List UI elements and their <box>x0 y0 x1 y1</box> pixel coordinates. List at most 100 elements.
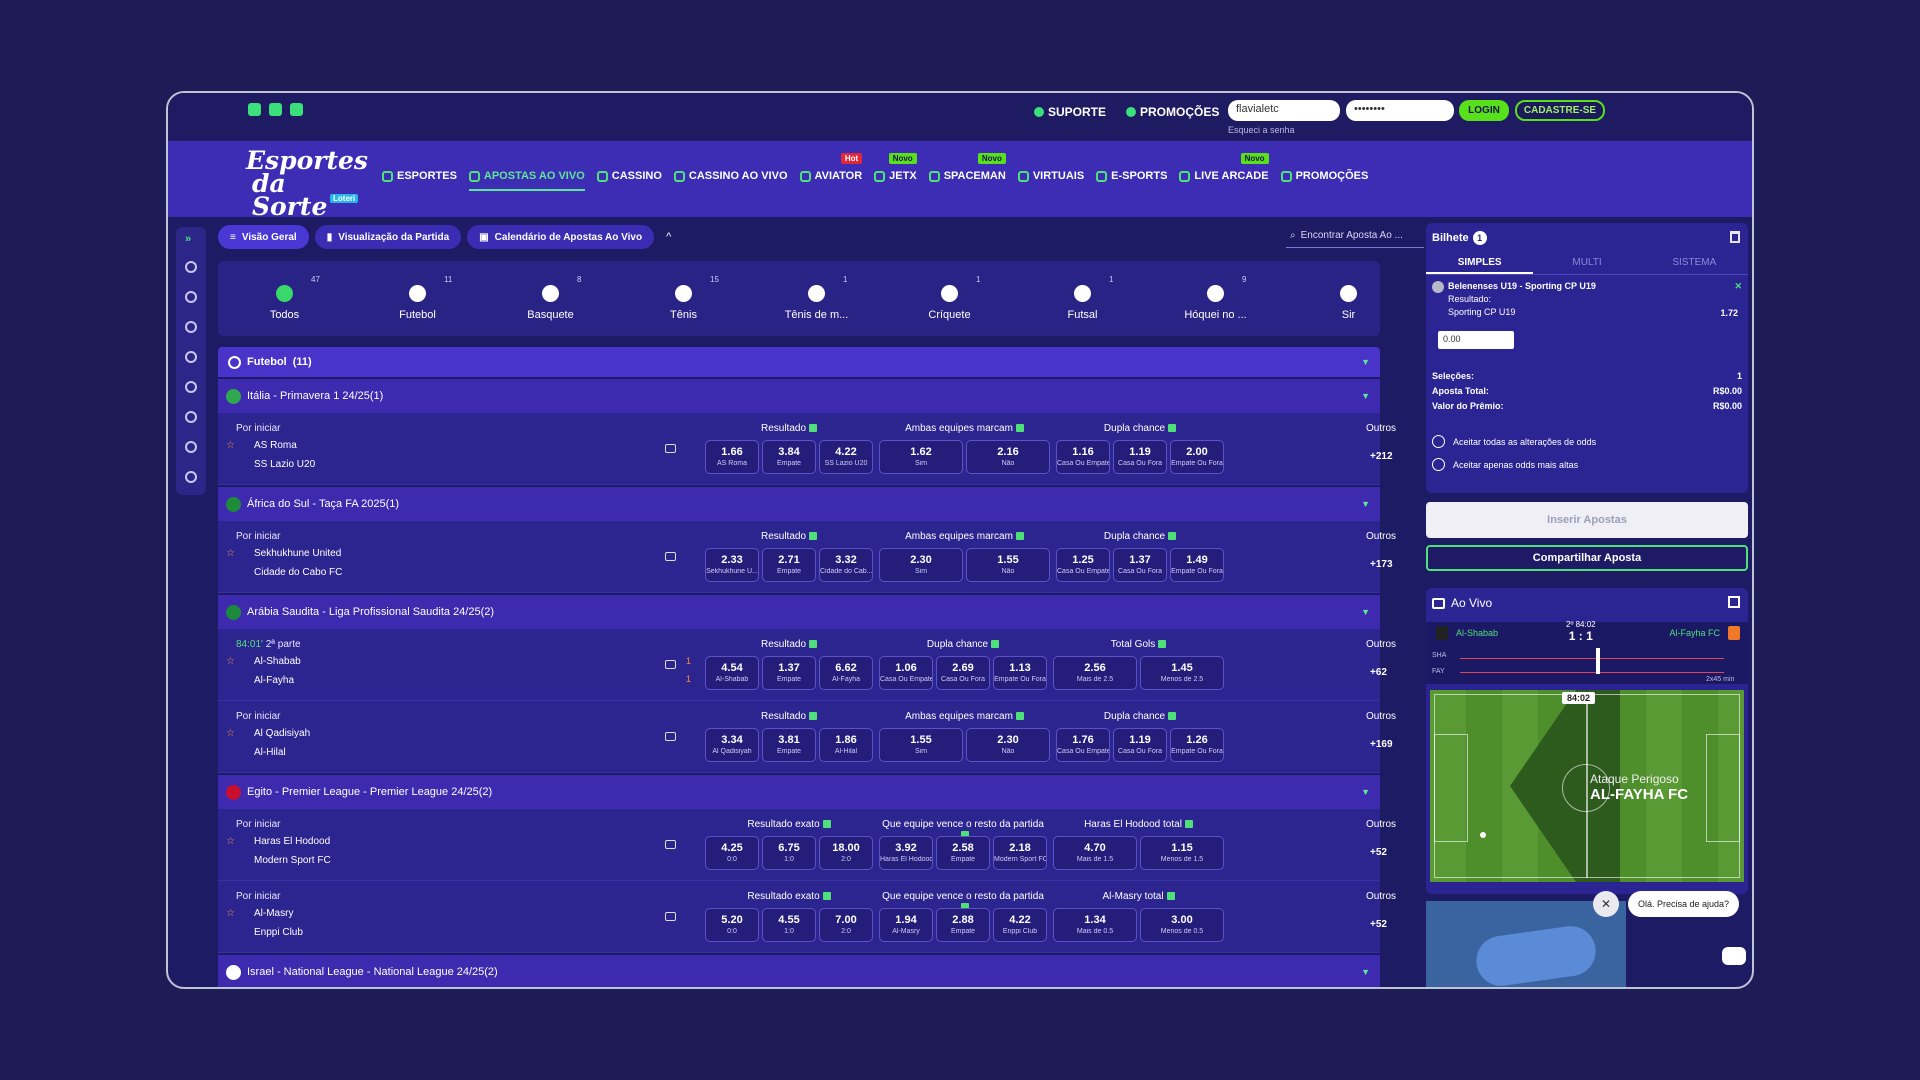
tv-icon[interactable] <box>665 552 676 561</box>
star-icon[interactable]: ☆ <box>226 908 235 919</box>
more-markets-link[interactable]: +62 <box>1370 667 1387 678</box>
odds-button[interactable]: 1.26 Empate Ou Fora <box>1170 728 1224 762</box>
nav-item-0[interactable]: ESPORTES <box>382 170 457 182</box>
chevron-down-icon[interactable]: ▼ <box>1361 357 1370 367</box>
chat-bubble[interactable]: Olá. Precisa de ajuda? <box>1628 891 1740 917</box>
chevron-up-icon[interactable]: ^ <box>666 231 671 243</box>
signup-button[interactable]: CADASTRE-SE <box>1515 100 1605 121</box>
odds-button[interactable]: 1.06 Casa Ou Empate <box>879 656 933 690</box>
odds-button[interactable]: 4.70 Mais de 1.5 <box>1053 836 1137 870</box>
odds-button[interactable]: 3.84 Empate <box>762 440 816 474</box>
forgot-password-link[interactable]: Esqueci a senha <box>1228 125 1295 135</box>
more-markets-link[interactable]: +52 <box>1370 919 1387 930</box>
sport-filter-5[interactable]: 1 Críquete <box>883 261 1016 336</box>
odds-button[interactable]: 2.69 Casa Ou Fora <box>936 656 990 690</box>
odds-button[interactable]: 1.25 Casa Ou Empate <box>1056 548 1110 582</box>
nav-item-2[interactable]: CASSINO <box>596 170 662 182</box>
other-sport-icon[interactable] <box>185 471 197 483</box>
odds-button[interactable]: 1.45 Menos de 2.5 <box>1140 656 1224 690</box>
odds-button[interactable]: 1.55 Sim <box>879 728 963 762</box>
star-icon[interactable]: ☆ <box>226 548 235 559</box>
tab-visualizacao[interactable]: ▮ Visualização da Partida <box>314 225 462 249</box>
odds-button[interactable]: 3.34 Al Qadisiyah <box>705 728 759 762</box>
odds-button[interactable]: 1.86 Al-Hilal <box>819 728 873 762</box>
odds-button[interactable]: 2.33 Sekhukhune U... <box>705 548 759 582</box>
league-header[interactable]: Egito - Premier League - Premier League … <box>218 775 1380 809</box>
odds-button[interactable]: 3.92 Haras El Hodood <box>879 836 933 870</box>
tv-icon[interactable] <box>665 912 676 921</box>
more-markets-link[interactable]: +212 <box>1370 451 1393 462</box>
odds-button[interactable]: 2.18 Modern Sport FC <box>993 836 1047 870</box>
tv-icon[interactable] <box>665 444 676 453</box>
odds-button[interactable]: 4.22 SS Lazio U20 <box>819 440 873 474</box>
chevron-down-icon[interactable]: ▼ <box>1361 967 1370 977</box>
odds-button[interactable]: 1.19 Casa Ou Fora <box>1113 440 1167 474</box>
nav-item-5[interactable]: JETX Novo <box>874 153 917 182</box>
odds-button[interactable]: 6.62 Al-Fayha <box>819 656 873 690</box>
star-icon[interactable]: ☆ <box>226 656 235 667</box>
login-button[interactable]: LOGIN <box>1459 100 1509 121</box>
tennis-icon[interactable] <box>185 321 197 333</box>
tab-visao-geral[interactable]: ≡ Visão Geral <box>218 225 309 249</box>
password-input[interactable]: •••••••• <box>1346 100 1454 121</box>
odds-button[interactable]: 4.54 Al-Shabab <box>705 656 759 690</box>
sport-filter-7[interactable]: 9 Hóquei no ... <box>1149 261 1282 336</box>
odds-button[interactable]: 2.56 Mais de 2.5 <box>1053 656 1137 690</box>
chevron-down-icon[interactable]: ▼ <box>1361 391 1370 401</box>
odds-button[interactable]: 1.62 Sim <box>879 440 963 474</box>
tv-icon[interactable] <box>665 660 676 669</box>
odds-button[interactable]: 1.49 Empate Ou Fora <box>1170 548 1224 582</box>
sport-filter-8[interactable]: Sir <box>1282 261 1415 336</box>
odds-button[interactable]: 2.16 Não <box>966 440 1050 474</box>
nav-item-6[interactable]: SPACEMAN Novo <box>928 153 1006 182</box>
odds-button[interactable]: 1.55 Não <box>966 548 1050 582</box>
odds-button[interactable]: 1.19 Casa Ou Fora <box>1113 728 1167 762</box>
compartilhar-aposta-button[interactable]: Compartilhar Aposta <box>1426 545 1748 571</box>
tv-icon[interactable] <box>665 840 676 849</box>
username-input[interactable]: flavialetc <box>1228 100 1340 121</box>
hockey-icon[interactable] <box>185 441 197 453</box>
accept-higher-odds-checkbox[interactable]: Aceitar apenas odds mais altas <box>1432 458 1578 471</box>
nav-item-10[interactable]: PROMOÇÕES <box>1280 170 1368 182</box>
sport-filter-3[interactable]: 15 Tênis <box>617 261 750 336</box>
sport-filter-2[interactable]: 8 Basquete <box>484 261 617 336</box>
stake-input[interactable]: 0.00 <box>1438 331 1514 349</box>
promocoes-link[interactable]: PROMOÇÕES <box>1126 105 1219 119</box>
basketball-icon[interactable] <box>185 291 197 303</box>
chevron-down-icon[interactable]: ▼ <box>1361 607 1370 617</box>
nav-item-4[interactable]: AVIATOR Hot <box>799 153 863 182</box>
inserir-apostas-button[interactable]: Inserir Apostas <box>1426 502 1748 538</box>
suporte-link[interactable]: SUPORTE <box>1034 105 1106 119</box>
odds-button[interactable]: 18.00 2:0 <box>819 836 873 870</box>
odds-button[interactable]: 1.34 Mais de 0.5 <box>1053 908 1137 942</box>
more-markets-link[interactable]: +173 <box>1370 559 1393 570</box>
odds-button[interactable]: 2.00 Empate Ou Fora <box>1170 440 1224 474</box>
tv-icon[interactable] <box>665 732 676 741</box>
close-icon[interactable]: ✕ <box>1734 281 1742 292</box>
odds-button[interactable]: 1.16 Casa Ou Empate <box>1056 440 1110 474</box>
odds-button[interactable]: 1.15 Menos de 1.5 <box>1140 836 1224 870</box>
odds-button[interactable]: 6.75 1:0 <box>762 836 816 870</box>
odds-button[interactable]: 1.37 Casa Ou Fora <box>1113 548 1167 582</box>
odds-button[interactable]: 2.58 Empate <box>936 836 990 870</box>
star-icon[interactable]: ☆ <box>226 728 235 739</box>
more-markets-link[interactable]: +169 <box>1370 739 1393 750</box>
sport-filter-4[interactable]: 1 Tênis de m... <box>750 261 883 336</box>
chevron-down-icon[interactable]: ▼ <box>1361 787 1370 797</box>
nav-item-3[interactable]: CASSINO AO VIVO <box>673 170 788 182</box>
promo-banner[interactable] <box>1426 901 1626 987</box>
bet-tab-2[interactable]: SISTEMA <box>1641 253 1748 274</box>
odds-button[interactable]: 4.22 Enppi Club <box>993 908 1047 942</box>
futsal-icon[interactable] <box>185 411 197 423</box>
odds-button[interactable]: 4.55 1:0 <box>762 908 816 942</box>
odds-button[interactable]: 1.13 Empate Ou Fora <box>993 656 1047 690</box>
tab-calendario[interactable]: ▣ Calendário de Apostas Ao Vivo <box>467 225 655 249</box>
bet-tab-0[interactable]: SIMPLES <box>1426 253 1534 274</box>
star-icon[interactable]: ☆ <box>226 836 235 847</box>
youtube-icon[interactable] <box>269 103 282 116</box>
odds-button[interactable]: 2.30 Não <box>966 728 1050 762</box>
twitter-icon[interactable] <box>248 103 261 116</box>
accept-all-odds-checkbox[interactable]: Aceitar todas as alterações de odds <box>1432 435 1596 448</box>
league-header[interactable]: Israel - National League - National Leag… <box>218 955 1380 987</box>
sport-filter-0[interactable]: 47 Todos <box>218 261 351 336</box>
